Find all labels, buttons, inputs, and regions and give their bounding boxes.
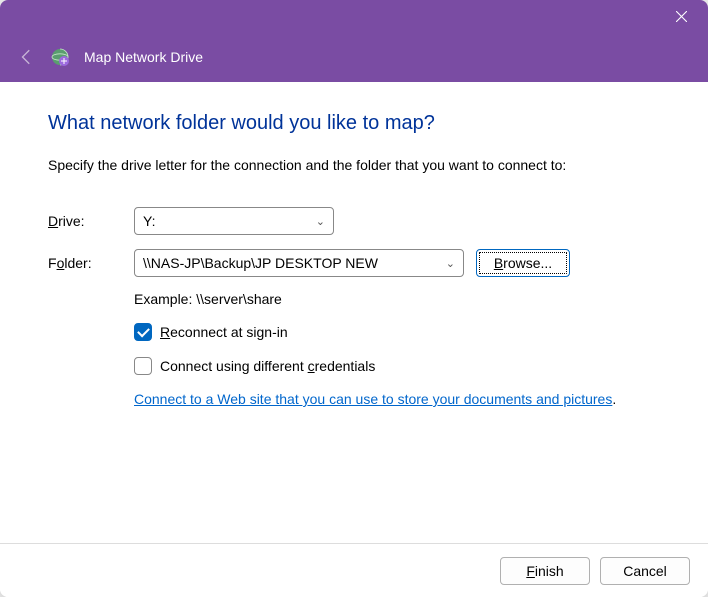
content-area: What network folder would you like to ma… [0,82,708,543]
reconnect-label[interactable]: Reconnect at sign-in [160,324,288,340]
reconnect-checkbox[interactable] [134,323,152,341]
folder-label: Folder: [48,255,134,271]
network-drive-icon [50,47,70,67]
footer: Finish Cancel [0,543,708,597]
browse-button[interactable]: Browse... [476,249,570,277]
close-icon [676,11,687,22]
map-network-drive-dialog: Map Network Drive What network folder wo… [0,0,708,597]
drive-label: Drive: [48,213,134,229]
website-link-row: Connect to a Web site that you can use t… [134,391,660,407]
example-text: Example: \\server\share [134,291,660,307]
cancel-button[interactable]: Cancel [600,557,690,585]
drive-row: Drive: Y: ⌄ [48,207,660,235]
back-arrow-icon [18,48,36,66]
folder-value: \\NAS-JP\Backup\JP DESKTOP NEW [143,255,378,271]
folder-combobox[interactable]: \\NAS-JP\Backup\JP DESKTOP NEW ⌄ [134,249,464,277]
credentials-checkbox[interactable] [134,357,152,375]
chevron-down-icon: ⌄ [316,215,325,228]
drive-value: Y: [143,213,155,229]
finish-button[interactable]: Finish [500,557,590,585]
website-link[interactable]: Connect to a Web site that you can use t… [134,391,612,407]
description-text: Specify the drive letter for the connect… [48,157,660,173]
drive-dropdown[interactable]: Y: ⌄ [134,207,334,235]
credentials-label[interactable]: Connect using different credentials [160,358,375,374]
titlebar [0,0,708,32]
header: Map Network Drive [0,32,708,82]
header-title: Map Network Drive [84,49,203,65]
credentials-row: Connect using different credentials [134,357,660,375]
reconnect-row: Reconnect at sign-in [134,323,660,341]
chevron-down-icon: ⌄ [446,257,455,270]
main-heading: What network folder would you like to ma… [48,112,660,135]
back-button[interactable] [18,48,36,66]
folder-row: Folder: \\NAS-JP\Backup\JP DESKTOP NEW ⌄… [48,249,660,277]
close-button[interactable] [658,0,704,32]
